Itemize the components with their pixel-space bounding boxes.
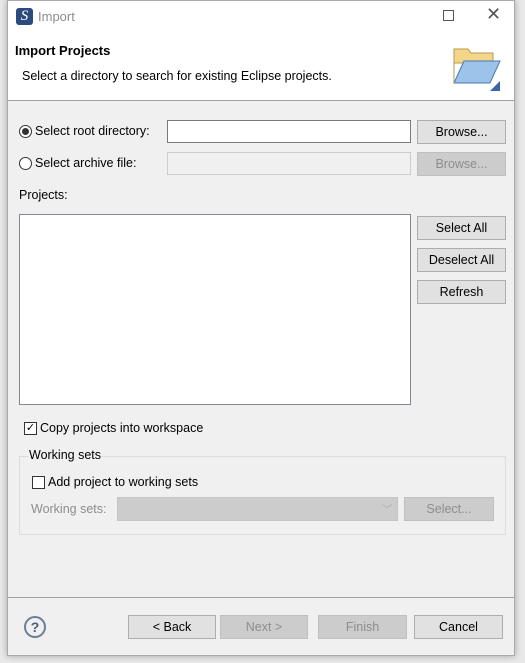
add-to-working-sets-label: Add project to working sets xyxy=(48,475,199,489)
cancel-button[interactable]: Cancel xyxy=(414,615,503,639)
folder-open-icon xyxy=(450,43,502,91)
add-to-working-sets-checkbox[interactable] xyxy=(32,476,45,489)
maximize-button[interactable] xyxy=(443,10,454,21)
footer-separator xyxy=(8,597,514,598)
root-directory-label: Select root directory: xyxy=(35,124,150,138)
root-directory-input[interactable] xyxy=(167,120,411,143)
root-directory-radio[interactable] xyxy=(19,125,32,138)
working-sets-group-label: Working sets xyxy=(28,448,103,462)
projects-label: Projects: xyxy=(19,188,68,202)
projects-list[interactable] xyxy=(19,214,411,405)
archive-file-label: Select archive file: xyxy=(35,156,137,170)
eclipse-icon: S xyxy=(16,8,33,25)
import-dialog: S Import ✕ Import Projects Select a dire… xyxy=(7,0,515,656)
next-button[interactable]: Next > xyxy=(220,615,308,639)
refresh-button[interactable]: Refresh xyxy=(417,280,506,304)
working-sets-label: Working sets: xyxy=(31,502,107,516)
close-button[interactable]: ✕ xyxy=(486,4,501,25)
archive-file-input[interactable] xyxy=(167,152,411,175)
select-working-sets-button[interactable]: Select... xyxy=(404,497,494,521)
finish-button[interactable]: Finish xyxy=(318,615,407,639)
page-description: Select a directory to search for existin… xyxy=(22,69,332,83)
browse-root-button[interactable]: Browse... xyxy=(417,120,506,144)
deselect-all-button[interactable]: Deselect All xyxy=(417,248,506,272)
copy-projects-label: Copy projects into workspace xyxy=(40,421,204,435)
title-bar: S Import ✕ xyxy=(8,1,514,33)
working-sets-group xyxy=(19,456,506,535)
window-title: Import xyxy=(38,9,75,24)
back-button[interactable]: < Back xyxy=(128,615,216,639)
select-all-button[interactable]: Select All xyxy=(417,216,506,240)
chevron-down-icon: ﹀ xyxy=(382,505,392,516)
browse-archive-button[interactable]: Browse... xyxy=(417,152,506,176)
help-icon[interactable]: ? xyxy=(24,616,46,638)
copy-projects-checkbox[interactable]: ✓ xyxy=(24,422,37,435)
archive-file-radio[interactable] xyxy=(19,157,32,170)
wizard-header: Import Projects Select a directory to se… xyxy=(8,33,514,101)
page-title: Import Projects xyxy=(15,43,111,58)
working-sets-combo[interactable]: ﹀ xyxy=(117,497,398,521)
